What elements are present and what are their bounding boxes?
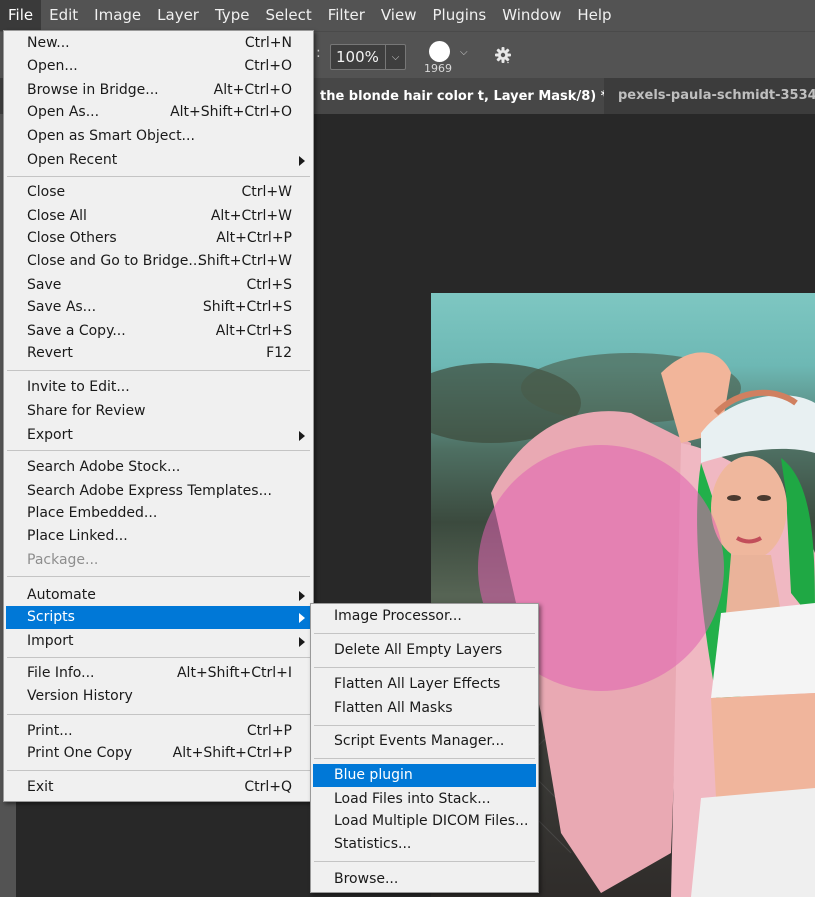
menu-item-invite-to-edit[interactable]: Invite to Edit... bbox=[6, 376, 311, 399]
submenu-arrow-icon bbox=[299, 613, 305, 623]
menu-item-version-history[interactable]: Version History bbox=[6, 685, 311, 708]
menu-item-search-adobe-stock[interactable]: Search Adobe Stock... bbox=[6, 456, 311, 479]
menu-item-print[interactable]: Print... Ctrl+P bbox=[6, 720, 311, 743]
menu-layer[interactable]: Layer bbox=[149, 0, 207, 31]
menu-separator bbox=[314, 861, 535, 862]
tab-label: pexels-paula-schmidt-353488- bbox=[618, 88, 815, 103]
file-menu: New... Ctrl+N Open... Ctrl+O Browse in Bri… bbox=[3, 30, 314, 802]
menu-item-open-as-smart-object[interactable]: Open as Smart Object... bbox=[6, 125, 311, 148]
menu-separator bbox=[7, 770, 310, 771]
menu-item-browse-in-bridge[interactable]: Browse in Bridge... Alt+Ctrl+O bbox=[6, 79, 311, 102]
submenu-arrow-icon bbox=[299, 637, 305, 647]
menu-item-open-recent[interactable]: Open Recent bbox=[6, 149, 311, 172]
tab-active-document[interactable]: the blonde hair color t, Layer Mask/8) *… bbox=[314, 78, 604, 114]
submenu-item-statistics[interactable]: Statistics... bbox=[313, 833, 536, 856]
menu-item-close-others[interactable]: Close Others Alt+Ctrl+P bbox=[6, 227, 311, 250]
submenu-item-delete-all-empty-layers[interactable]: Delete All Empty Layers bbox=[313, 639, 536, 662]
tab-second-document[interactable]: pexels-paula-schmidt-353488- bbox=[605, 78, 815, 114]
menu-item-open[interactable]: Open... Ctrl+O bbox=[6, 55, 311, 78]
submenu-item-blue-plugin[interactable]: Blue plugin bbox=[313, 764, 536, 787]
menu-item-place-linked[interactable]: Place Linked... bbox=[6, 525, 311, 548]
menu-item-print-one-copy[interactable]: Print One Copy Alt+Shift+Ctrl+P bbox=[6, 742, 311, 765]
brush-preview[interactable] bbox=[429, 41, 450, 62]
submenu-arrow-icon bbox=[299, 156, 305, 166]
menu-item-save-as[interactable]: Save As... Shift+Ctrl+S bbox=[6, 296, 311, 319]
submenu-arrow-icon bbox=[299, 591, 305, 601]
menu-separator bbox=[314, 667, 535, 668]
menu-item-open-as[interactable]: Open As... Alt+Shift+Ctrl+O bbox=[6, 101, 311, 124]
menu-item-automate[interactable]: Automate bbox=[6, 584, 311, 607]
menu-separator bbox=[7, 714, 310, 715]
menu-item-new[interactable]: New... Ctrl+N bbox=[6, 32, 311, 55]
menu-plugins[interactable]: Plugins bbox=[424, 0, 494, 31]
menu-separator bbox=[7, 370, 310, 371]
menu-item-export[interactable]: Export bbox=[6, 424, 311, 447]
menu-item-place-embedded[interactable]: Place Embedded... bbox=[6, 502, 311, 525]
menu-edit[interactable]: Edit bbox=[41, 0, 86, 31]
tab-label: the blonde hair color t, Layer Mask/8) * bbox=[320, 89, 604, 104]
chevron-down-icon[interactable]: ⌵ bbox=[385, 45, 405, 69]
submenu-item-browse[interactable]: Browse... bbox=[313, 868, 536, 891]
menu-image[interactable]: Image bbox=[86, 0, 149, 31]
menu-item-scripts[interactable]: Scripts bbox=[6, 606, 311, 629]
menu-item-exit[interactable]: Exit Ctrl+Q bbox=[6, 776, 311, 799]
submenu-arrow-icon bbox=[299, 431, 305, 441]
menu-separator bbox=[7, 176, 310, 177]
menu-item-import[interactable]: Import bbox=[6, 630, 311, 653]
menu-item-share-for-review[interactable]: Share for Review bbox=[6, 400, 311, 423]
options-colon: : bbox=[316, 45, 321, 61]
menu-item-close[interactable]: Close Ctrl+W bbox=[6, 181, 311, 204]
menu-item-package: Package... bbox=[27, 552, 99, 568]
submenu-item-image-processor[interactable]: Image Processor... bbox=[313, 605, 536, 628]
menu-item-close-all[interactable]: Close All Alt+Ctrl+W bbox=[6, 205, 311, 228]
zoom-value: 100% bbox=[336, 48, 379, 66]
menu-separator bbox=[7, 450, 310, 451]
menu-help[interactable]: Help bbox=[569, 0, 619, 31]
menu-separator bbox=[314, 725, 535, 726]
menu-type[interactable]: Type bbox=[207, 0, 257, 31]
menu-file[interactable]: File bbox=[0, 0, 42, 31]
menu-separator bbox=[314, 758, 535, 759]
menu-view[interactable]: View bbox=[373, 0, 425, 31]
menu-select[interactable]: Select bbox=[257, 0, 319, 31]
menu-item-close-and-go-to-bridge[interactable]: Close and Go to Bridge... Shift+Ctrl+W bbox=[6, 250, 311, 273]
scripts-submenu: Image Processor... Delete All Empty Laye… bbox=[310, 603, 539, 893]
menu-filter[interactable]: Filter bbox=[320, 0, 373, 31]
chevron-down-icon[interactable]: ⌵ bbox=[460, 47, 468, 58]
submenu-item-flatten-all-masks[interactable]: Flatten All Masks bbox=[313, 697, 536, 720]
menu-bar: File Edit Image Layer Type Select Filter… bbox=[0, 0, 815, 31]
submenu-item-flatten-all-layer-effects[interactable]: Flatten All Layer Effects bbox=[313, 673, 536, 696]
menu-separator bbox=[7, 576, 310, 577]
zoom-select[interactable]: 100% ⌵ bbox=[330, 44, 406, 70]
menu-item-file-info[interactable]: File Info... Alt+Shift+Ctrl+I bbox=[6, 662, 311, 685]
menu-separator bbox=[7, 657, 310, 658]
brush-size-label: 1969 bbox=[424, 62, 452, 75]
menu-item-search-adobe-express-templates[interactable]: Search Adobe Express Templates... bbox=[6, 480, 311, 503]
submenu-item-load-multiple-dicom-files[interactable]: Load Multiple DICOM Files... bbox=[313, 810, 536, 833]
gear-icon[interactable] bbox=[493, 45, 513, 65]
menu-window[interactable]: Window bbox=[494, 0, 569, 31]
submenu-item-script-events-manager[interactable]: Script Events Manager... bbox=[313, 730, 536, 753]
menu-separator bbox=[314, 633, 535, 634]
submenu-item-load-files-into-stack[interactable]: Load Files into Stack... bbox=[313, 788, 536, 811]
menu-item-save[interactable]: Save Ctrl+S bbox=[6, 274, 311, 297]
menu-item-revert[interactable]: Revert F12 bbox=[6, 342, 311, 365]
menu-item-save-a-copy[interactable]: Save a Copy... Alt+Ctrl+S bbox=[6, 320, 311, 343]
